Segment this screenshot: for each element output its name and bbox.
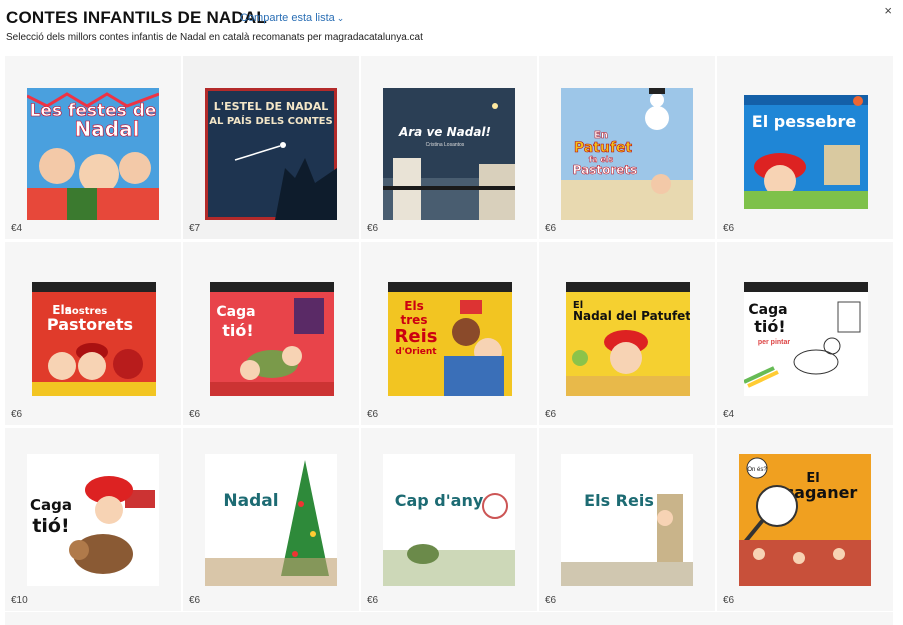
cover-title-line3: per pintar [758,339,791,346]
product-price: €6 [545,595,557,606]
product-tile[interactable]: Nadal €6 [183,428,359,611]
cover-art-patufet-pastorets: En Patufet fa els Pastorets [561,88,693,220]
chevron-down-icon: ⌄ [336,13,345,23]
product-tile[interactable]: El pessebre €6 [717,56,893,239]
product-tile[interactable]: Ara ve Nadal! Cristina Losantos €6 [361,56,537,239]
cover-art-nostres-pastorets: Els nostres Pastorets [32,282,156,396]
cover-title-line1: Caga [216,304,255,320]
product-tile[interactable]: L'ESTEL DE NADAL AL PAÍS DELS CONTES €7 [183,56,359,239]
cover-title-line2: tió! [32,515,69,537]
cover-title-line4: Pastorets [573,163,638,177]
cover-art-cap-dany: Cap d'any [383,454,515,586]
cover-title-line1: Els Reis [584,491,654,510]
product-price: €4 [723,409,735,420]
book-cover[interactable]: El pessebre [744,95,868,209]
cover-art-caga-tio: Caga tió! [210,282,334,396]
close-icon[interactable]: × [884,4,892,17]
book-cover[interactable]: Caga tió! [27,454,159,586]
cover-title-line3: Pastorets [47,315,133,334]
share-list-link[interactable]: Comparte esta lista ⌄ [240,12,344,24]
cover-title-line2: Nadal del Patufet [573,309,690,323]
product-tile[interactable]: En Patufet fa els Pastorets €6 [539,56,715,239]
cover-art-tres-reis: Els tres Reis d'Orient [388,282,512,396]
product-tile[interactable]: Els nostres Pastorets €6 [5,242,181,425]
product-tile[interactable]: Els Reis €6 [539,428,715,611]
book-cover[interactable]: Caga tió! per pintar [744,282,868,396]
cover-title-line1: El pessebre [752,112,857,131]
product-price: €6 [723,595,735,606]
product-tile[interactable]: Caga tió! €10 [5,428,181,611]
cover-title-line2: Nadal [75,117,140,141]
product-price: €6 [723,223,735,234]
book-cover[interactable]: L'ESTEL DE NADAL AL PAÍS DELS CONTES [205,88,337,220]
cover-art-ara-ve-nadal: Ara ve Nadal! Cristina Losantos [383,88,515,220]
book-cover[interactable]: El Nadal del Patufet [566,282,690,396]
product-price: €6 [189,409,201,420]
page-title: CONTES INFANTILS DE NADAL [6,8,267,27]
cover-title-line2: tió! [754,317,785,336]
cover-art-caganer: On és? El caganer [739,454,871,586]
product-tile[interactable]: Caga tió! per pintar €4 [717,242,893,425]
cover-title-line1: Ara ve Nadal! [398,125,491,139]
product-tile[interactable]: El Nadal del Patufet €6 [539,242,715,425]
cover-title-line1: L'ESTEL DE NADAL [214,100,329,113]
cover-art-nadal-patufet: El Nadal del Patufet [566,282,690,396]
next-row-strip [5,612,893,625]
cover-title-line1: Caga [748,302,787,318]
book-cover[interactable]: Caga tió! [210,282,334,396]
list-header: CONTES INFANTILS DE NADAL Comparte esta … [6,8,903,48]
product-tile[interactable]: Caga tió! €6 [183,242,359,425]
book-cover[interactable]: Els nostres Pastorets [32,282,156,396]
product-price: €6 [11,409,23,420]
product-price: €10 [11,595,28,606]
product-price: €6 [367,409,379,420]
product-tile[interactable]: Les festes de Nadal €4 [5,56,181,239]
cover-art-nadal: Nadal [205,454,337,586]
book-cover[interactable]: Ara ve Nadal! Cristina Losantos [383,88,515,220]
cover-title-line2: tres [401,313,428,327]
product-price: €6 [545,223,557,234]
product-tile[interactable]: Cap d'any €6 [361,428,537,611]
cover-art-caga-tio-pintar: Caga tió! per pintar [744,282,868,396]
product-tile[interactable]: On és? El caganer €6 [717,428,893,611]
cover-title-line1: Cap d'any [395,491,484,510]
book-cover[interactable]: En Patufet fa els Pastorets [561,88,693,220]
cover-title-line1: Nadal [223,491,278,511]
cover-art-els-reis: Els Reis [561,454,693,586]
product-price: €4 [11,223,23,234]
book-cover[interactable]: Nadal [205,454,337,586]
book-cover[interactable]: On és? El caganer [739,454,871,586]
cover-art-caga-tio-2: Caga tió! [27,454,159,586]
product-tile[interactable]: Els tres Reis d'Orient €6 [361,242,537,425]
cover-author: Cristina Losantos [426,142,465,148]
cover-title-line1: Els [404,299,423,313]
cover-title-line4: d'Orient [395,347,437,357]
cover-title-line3: Reis [395,326,438,347]
share-list-label: Comparte esta lista [240,12,335,24]
cover-art-pessebre: El pessebre [744,95,868,209]
cover-art-estel: L'ESTEL DE NADAL AL PAÍS DELS CONTES [205,88,337,220]
list-description: Selecció dels millors contes infantis de… [6,32,423,43]
product-price: €6 [367,223,379,234]
book-cover[interactable]: Les festes de Nadal [27,88,159,220]
book-cover[interactable]: Els tres Reis d'Orient [388,282,512,396]
product-price: €6 [189,595,201,606]
product-price: €6 [367,595,379,606]
book-cover[interactable]: Cap d'any [383,454,515,586]
cover-badge-text: On és? [747,467,767,473]
cover-title-line2: Patufet [574,140,633,156]
cover-title-line1: Caga [30,496,72,514]
book-cover[interactable]: Els Reis [561,454,693,586]
product-price: €7 [189,223,201,234]
cover-art-festes: Les festes de Nadal [27,88,159,220]
cover-title-line2: tió! [222,321,253,340]
product-price: €6 [545,409,557,420]
cover-title-line2: AL PAÍS DELS CONTES [209,114,332,127]
